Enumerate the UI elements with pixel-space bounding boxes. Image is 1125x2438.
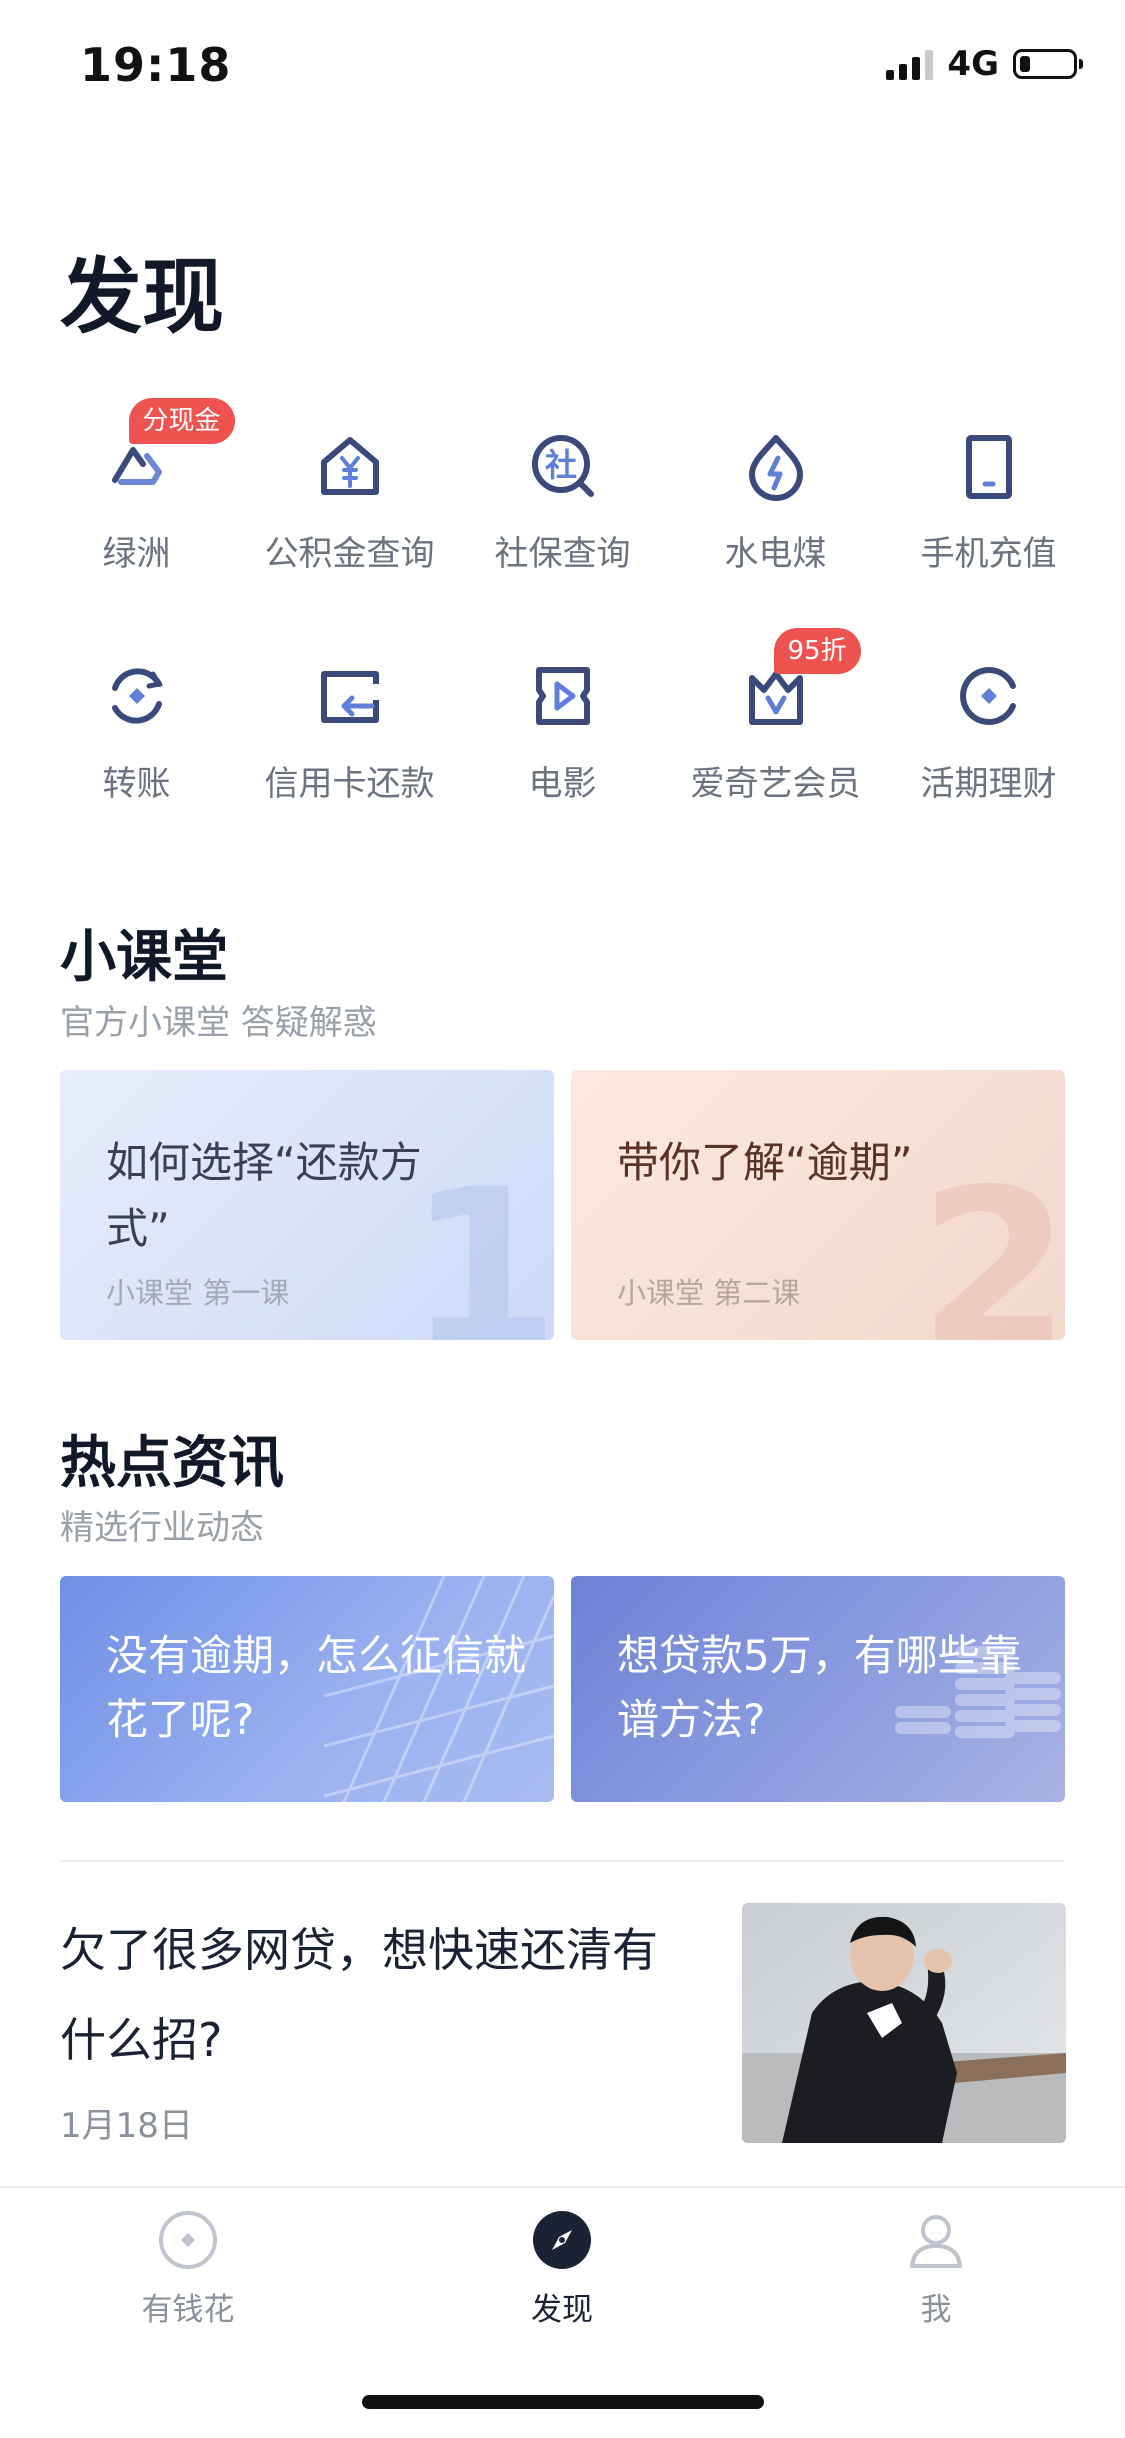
article-title[interactable]: 欠了很多网贷，想快速还清有什么招? xyxy=(60,1905,700,2085)
stressed-man-image xyxy=(742,1903,1066,2143)
service-label: 公积金查询 xyxy=(264,534,435,574)
network-label: 4G xyxy=(947,44,999,84)
movie-icon xyxy=(535,667,590,725)
housing-fund-icon xyxy=(320,437,379,495)
service-phone-topup[interactable]: 手机充值 xyxy=(882,410,1095,640)
credit-card-repay-icon xyxy=(320,671,379,723)
tab-discover[interactable]: 发现 xyxy=(462,2210,662,2329)
page-title: 发现 xyxy=(60,250,225,345)
news-subtitle: 精选行业动态 xyxy=(60,1508,264,1548)
lesson-title: 如何选择“还款方式” xyxy=(106,1138,422,1253)
battery-icon xyxy=(1013,49,1083,79)
tab-youqianhua[interactable]: 有钱花 xyxy=(88,2210,288,2329)
signal-icon xyxy=(886,48,934,80)
lesson-card-2[interactable]: 2 带你了解“逾期” 小课堂 第二课 xyxy=(571,1070,1065,1340)
lesson-title: 带你了解“逾期” xyxy=(617,1138,913,1187)
service-utilities[interactable]: 水电煤 xyxy=(669,410,882,640)
lesson-card-1[interactable]: 1 如何选择“还款方式” 小课堂 第一课 xyxy=(60,1070,554,1340)
tab-label: 发现 xyxy=(531,2292,593,2328)
service-transfer[interactable]: 转账 xyxy=(30,640,243,870)
svg-text:社: 社 xyxy=(544,446,576,484)
tab-label: 有钱花 xyxy=(141,2292,235,2328)
news-title: 热点资讯 xyxy=(60,1431,284,1496)
status-time: 19:18 xyxy=(80,38,232,92)
news-card-2[interactable]: 想贷款5万，有哪些靠谱方法? xyxy=(571,1576,1065,1802)
phone-topup-icon xyxy=(965,435,1012,499)
service-oasis[interactable]: 分现金 绿洲 xyxy=(30,398,243,640)
news-card-1[interactable]: 没有逾期，怎么征信就花了呢? xyxy=(60,1576,554,1802)
service-label: 信用卡还款 xyxy=(264,764,435,804)
tab-me[interactable]: 我 xyxy=(836,2210,1036,2329)
service-label: 电影 xyxy=(528,764,597,804)
news-card-title: 想贷款5万，有哪些靠谱方法? xyxy=(617,1631,1022,1744)
service-label: 活期理财 xyxy=(920,764,1057,804)
divider xyxy=(60,1860,1065,1862)
oasis-badge: 分现金 xyxy=(128,398,235,444)
service-movie[interactable]: 电影 xyxy=(456,640,669,870)
home-indicator[interactable] xyxy=(362,2395,764,2409)
service-social-security[interactable]: 社 社保查询 xyxy=(456,410,669,640)
transfer-icon xyxy=(111,668,163,724)
services-grid: 分现金 绿洲 公积金查询 社 社保查询 水电煤 手机充值 转账 信用卡还款 电影… xyxy=(30,398,1095,870)
status-indicators: 4G xyxy=(886,44,1083,84)
news-card-title: 没有逾期，怎么征信就花了呢? xyxy=(106,1631,527,1744)
service-housing-fund[interactable]: 公积金查询 xyxy=(243,410,456,640)
service-label: 社保查询 xyxy=(494,534,631,574)
current-wealth-icon xyxy=(959,667,1016,725)
classroom-subtitle: 官方小课堂 答疑解惑 xyxy=(60,1003,377,1043)
service-iqiyi-vip[interactable]: 95折 爱奇艺会员 xyxy=(669,628,882,870)
iqiyi-badge: 95折 xyxy=(773,628,861,674)
service-label: 手机充值 xyxy=(920,534,1057,574)
article-thumbnail[interactable] xyxy=(742,1903,1066,2143)
lesson-meta: 小课堂 第二课 xyxy=(617,1276,801,1310)
service-label: 转账 xyxy=(102,764,171,804)
tab-label: 我 xyxy=(920,2292,952,2328)
service-label: 水电煤 xyxy=(724,534,827,574)
service-credit-card-repay[interactable]: 信用卡还款 xyxy=(243,640,456,870)
lesson-meta: 小课堂 第一课 xyxy=(106,1276,290,1310)
youqianhua-icon xyxy=(159,2211,217,2269)
service-label: 爱奇艺会员 xyxy=(690,764,861,804)
user-icon xyxy=(910,2215,962,2268)
service-label: 绿洲 xyxy=(102,534,171,574)
social-security-icon: 社 xyxy=(531,435,594,497)
classroom-title: 小课堂 xyxy=(60,925,228,990)
utilities-icon xyxy=(748,435,803,501)
service-current-wealth[interactable]: 活期理财 xyxy=(882,640,1095,870)
compass-icon xyxy=(533,2211,591,2269)
article-date: 1月18日 xyxy=(60,2106,193,2146)
